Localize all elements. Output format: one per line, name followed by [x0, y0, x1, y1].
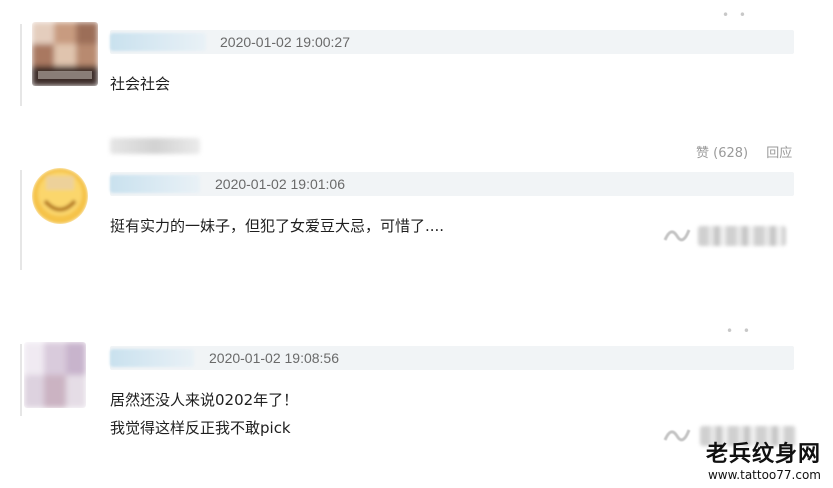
decorative-dots: • • — [726, 324, 753, 338]
comment-divider — [20, 344, 22, 416]
wechat-watermark-icon — [663, 429, 691, 442]
comment-timestamp: 2020-01-02 19:00:27 — [220, 34, 350, 50]
reply-button[interactable]: 回应 — [766, 146, 792, 161]
like-button[interactable]: 赞 (628) — [696, 146, 748, 161]
blurred-text — [110, 138, 200, 154]
comment-text: 居然还没人来说0202年了！ 我觉得这样反正我不敢pick — [110, 386, 298, 442]
comment-actions: 赞 (628) 回应 — [682, 142, 792, 161]
username-blurred[interactable] — [110, 349, 194, 367]
comment-line: 居然还没人来说0202年了！ — [110, 391, 299, 409]
comment-meta-bar: 2020-01-02 19:08:56 — [110, 346, 794, 370]
comment-timestamp: 2020-01-02 19:01:06 — [215, 176, 345, 192]
avatar-photo-icon — [32, 22, 98, 86]
avatar[interactable] — [24, 342, 86, 408]
decorative-dots: • • — [722, 8, 749, 22]
smiley-avatar-icon — [32, 168, 88, 224]
avatar[interactable] — [32, 22, 98, 86]
comment-meta-bar: 2020-01-02 19:00:27 — [110, 30, 794, 54]
comment-divider — [20, 170, 22, 270]
comment-line: 我觉得这样反正我不敢pick — [110, 419, 291, 437]
comment-divider — [20, 24, 22, 106]
comment-timestamp: 2020-01-02 19:08:56 — [209, 350, 339, 366]
site-watermark-name: 老兵纹身网 — [705, 442, 821, 467]
blurred-watermark — [698, 226, 786, 246]
avatar-photo-icon — [24, 342, 86, 408]
comment-meta-bar: 2020-01-02 19:01:06 — [110, 172, 794, 196]
site-watermark-url: www.tattoo77.com — [707, 468, 821, 482]
username-blurred[interactable] — [110, 33, 206, 51]
username-blurred[interactable] — [110, 175, 200, 193]
comment-text: 社会社会 — [110, 70, 170, 98]
comment-line: 挺有实力的一妹子，但犯了女爱豆大忌，可惜了.... — [110, 217, 445, 235]
comment-text: 挺有实力的一妹子，但犯了女爱豆大忌，可惜了.... — [110, 212, 444, 240]
wechat-watermark-icon — [663, 229, 691, 242]
avatar[interactable] — [32, 168, 88, 224]
site-watermark: 老兵纹身网 www.tattoo77.com — [706, 442, 821, 482]
comment-line: 社会社会 — [110, 75, 171, 93]
